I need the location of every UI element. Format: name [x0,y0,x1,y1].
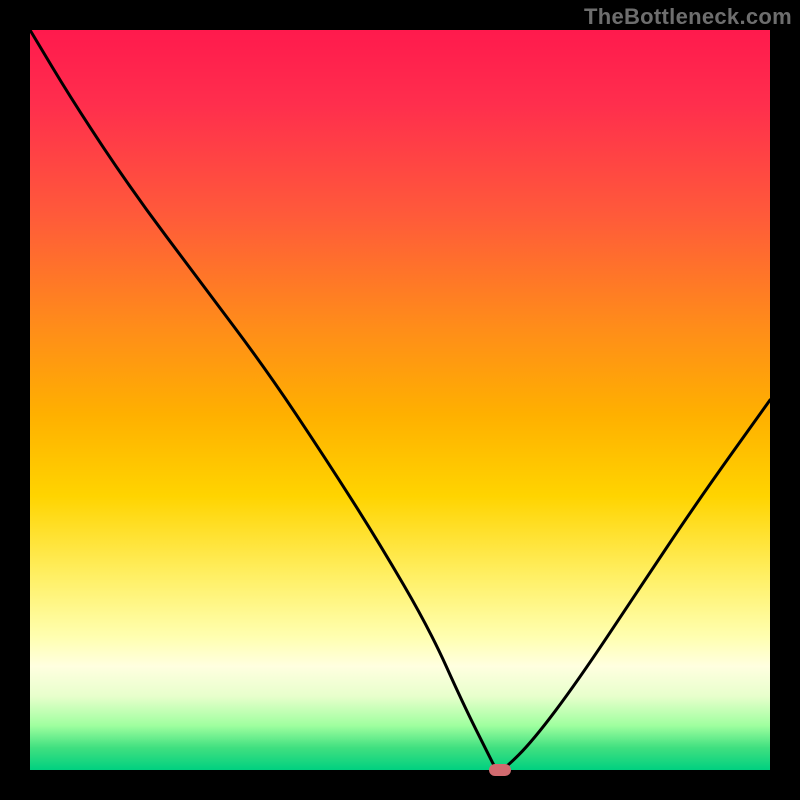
optimal-marker [489,764,511,776]
chart-frame: TheBottleneck.com [0,0,800,800]
plot-area [30,30,770,770]
watermark-text: TheBottleneck.com [584,4,792,30]
bottleneck-curve [30,30,770,770]
